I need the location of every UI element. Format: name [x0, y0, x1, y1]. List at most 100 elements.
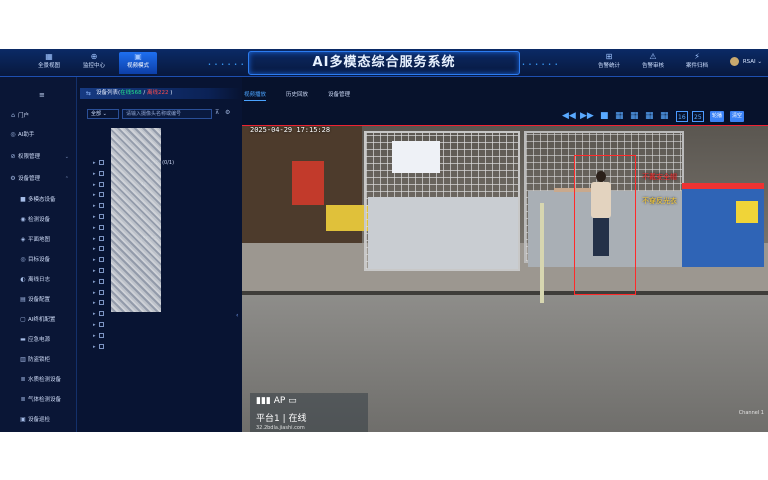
nav-video-label: 视频模式	[126, 63, 149, 69]
nav-case-archive[interactable]: ⚡ 案件归档	[678, 52, 716, 74]
tree-node[interactable]: ▸	[93, 343, 141, 352]
carousel-button[interactable]: 轮播	[710, 111, 725, 122]
expand-arrow-icon[interactable]: ▸	[93, 171, 96, 177]
node-checkbox[interactable]	[98, 322, 104, 327]
sidebar: ≡ ⌂ 门户 ◎ AI助手 ⊘ 权限管理 ⌄ ⚙ 设备管理 ⌃ ■ 多模态设备 ◉ 检测设备 ◈…	[0, 77, 77, 432]
node-checkbox[interactable]	[98, 181, 104, 187]
tab-playback[interactable]: 历史回放	[286, 90, 308, 98]
user-menu[interactable]: RSAI ⌄	[730, 57, 762, 66]
sidebar-item-emergency-power[interactable]: ▬ 应急电源	[0, 333, 77, 347]
sidebar-item-portal[interactable]: ⌂ 门户	[0, 109, 77, 123]
node-checkbox[interactable]	[98, 224, 104, 230]
layout-16-button[interactable]: 16	[676, 111, 688, 122]
sidebar-item-permissions[interactable]: ⊘ 权限管理 ⌄	[0, 150, 77, 164]
online-count: 在线568	[120, 90, 142, 96]
tab-live-video[interactable]: 视频播放	[244, 90, 267, 101]
next-page-icon[interactable]: ▶▶	[580, 111, 594, 122]
nav-panorama[interactable]: ▦ 全景视图	[30, 52, 68, 74]
redacted-region	[111, 128, 161, 312]
node-checkbox[interactable]	[98, 268, 104, 273]
layout-4-icon[interactable]: ▦	[615, 111, 624, 122]
layout-6-icon[interactable]: ▦	[630, 111, 639, 122]
sidebar-item-device-management[interactable]: ⚙ 设备管理 ⌃	[0, 172, 77, 186]
nav-video-mode[interactable]: ▣ 视频模式	[119, 52, 157, 74]
sidebar-item-ai-assistant[interactable]: ◎ AI助手	[0, 128, 77, 142]
tree-node[interactable]: ▸	[93, 332, 141, 341]
sidebar-item-label: 多模态设备	[28, 197, 56, 203]
expand-arrow-icon[interactable]: ▸	[93, 279, 96, 285]
expand-arrow-icon[interactable]: ▸	[93, 203, 96, 209]
expand-arrow-icon[interactable]: ▸	[93, 311, 96, 317]
chevron-up-icon: ⌃	[64, 176, 69, 182]
sidebar-item-gas-detection[interactable]: ≣ 气体检测设备	[0, 393, 77, 407]
expand-arrow-icon[interactable]: ▸	[93, 225, 96, 231]
nav-alarm-review[interactable]: ⚠ 告警审核	[634, 52, 672, 74]
menu-toggle-icon[interactable]: ≡	[39, 91, 45, 99]
layout-25-button[interactable]: 25	[692, 111, 704, 122]
expand-arrow-icon[interactable]: ▸	[93, 333, 96, 339]
video-icon: ▣	[134, 52, 142, 61]
expand-arrow-icon[interactable]: ▸	[93, 257, 96, 263]
signal-icon: ▮▮▮	[256, 396, 274, 406]
top-header: ▦ 全景视图 ⊕ 监控中心 ▣ 视频模式 • • • • • • AI多模态综合…	[0, 49, 768, 77]
sidebar-item-device-config[interactable]: ▤ 设备配置	[0, 293, 77, 307]
node-checkbox[interactable]	[98, 278, 104, 284]
nav-alarm-stats-label: 告警统计	[597, 63, 620, 69]
node-checkbox[interactable]	[98, 289, 104, 295]
node-checkbox[interactable]	[98, 311, 104, 317]
node-checkbox[interactable]	[98, 343, 104, 349]
gear-icon[interactable]: ⚙	[225, 109, 230, 116]
tree-view-icon[interactable]: ⊼	[215, 109, 219, 116]
sidebar-item-offline-log[interactable]: ◐ 离线日志	[0, 273, 77, 287]
layout-1-icon[interactable]: ■	[600, 111, 609, 122]
avatar	[730, 57, 740, 66]
list-icon: ⇆	[86, 90, 92, 97]
title-decoration-right: • • • • • •	[522, 62, 559, 68]
video-player[interactable]: 不戴安全帽 不穿反光衣 2025-04-29 17:15:28 ▮▮▮ AP ▭…	[242, 125, 768, 432]
expand-arrow-icon[interactable]: ▸	[93, 322, 96, 328]
expand-arrow-icon[interactable]: ▸	[93, 246, 96, 252]
expand-arrow-icon[interactable]: ▸	[93, 192, 96, 198]
nav-monitor-center[interactable]: ⊕ 监控中心	[75, 52, 113, 74]
node-checkbox[interactable]	[98, 332, 104, 338]
layout-9-icon[interactable]: ▦	[660, 111, 669, 122]
sidebar-item-lock-cabinet[interactable]: ▥ 防盗锁柜	[0, 353, 77, 367]
sidebar-item-floor-map[interactable]: ◈ 平面地图	[0, 233, 77, 247]
scene-notice-paper	[392, 141, 440, 173]
expand-arrow-icon[interactable]: ▸	[93, 268, 96, 274]
node-checkbox[interactable]	[98, 235, 104, 241]
expand-arrow-icon[interactable]: ▸	[93, 160, 96, 166]
expand-arrow-icon[interactable]: ▸	[93, 214, 96, 220]
node-checkbox[interactable]	[98, 203, 104, 209]
node-checkbox[interactable]	[98, 246, 104, 252]
nav-alarm-stats[interactable]: ⊞ 告警统计	[590, 52, 628, 74]
camera-search-input[interactable]	[122, 109, 212, 119]
expand-arrow-icon[interactable]: ▸	[93, 300, 96, 306]
tree-node[interactable]: ▸	[93, 321, 141, 330]
sidebar-item-multimodal-devices[interactable]: ■ 多模态设备	[0, 193, 77, 207]
node-checkbox[interactable]	[98, 257, 104, 263]
platform-status: 平台1 | 在线	[256, 414, 307, 424]
sidebar-item-water-quality[interactable]: ≣ 水质检测设备	[0, 373, 77, 387]
sidebar-item-ai-terminal-config[interactable]: ▢ AI终机配置	[0, 313, 77, 327]
clear-button[interactable]: 清空	[730, 111, 745, 122]
node-checkbox[interactable]	[98, 300, 104, 306]
sidebar-item-device-inspection[interactable]: ▣ 设备巡检	[0, 413, 77, 427]
status-filter-select[interactable]: 全部 ⌄	[87, 109, 119, 119]
expand-arrow-icon[interactable]: ▸	[93, 182, 96, 188]
tab-device-management[interactable]: 设备管理	[328, 90, 350, 98]
node-checkbox[interactable]	[98, 160, 104, 165]
node-checkbox[interactable]	[98, 192, 104, 198]
expand-arrow-icon[interactable]: ▸	[93, 236, 96, 242]
previous-page-icon[interactable]: ◀◀	[562, 111, 576, 122]
layout-8-icon[interactable]: ▦	[645, 111, 654, 122]
sidebar-item-label: 水质检测设备	[28, 377, 62, 383]
node-checkbox[interactable]	[98, 170, 104, 176]
ap-label: AP	[273, 396, 286, 406]
sidebar-item-detection-devices[interactable]: ◉ 检测设备	[0, 213, 77, 227]
sidebar-item-target-devices[interactable]: ◎ 目标设备	[0, 253, 77, 267]
expand-arrow-icon[interactable]: ▸	[93, 344, 96, 350]
settings-icon: ⚙	[10, 175, 16, 182]
expand-arrow-icon[interactable]: ▸	[93, 290, 96, 296]
node-checkbox[interactable]	[98, 214, 104, 219]
